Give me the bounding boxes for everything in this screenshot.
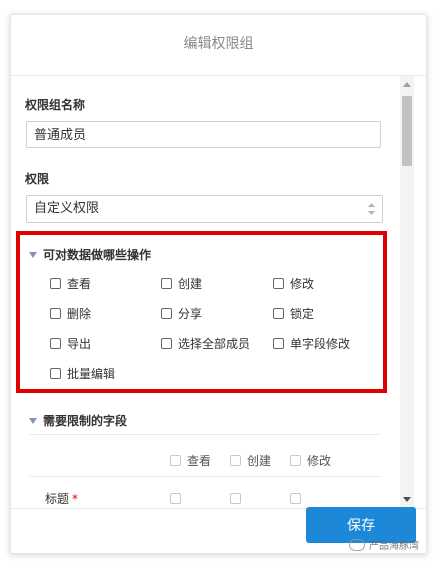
row-create-checkbox[interactable] bbox=[230, 493, 241, 504]
checkbox-label: 选择全部成员 bbox=[178, 337, 251, 351]
checkbox-box[interactable] bbox=[50, 368, 61, 379]
scroll-down-arrow-icon[interactable] bbox=[403, 497, 411, 502]
checkbox-box[interactable] bbox=[50, 338, 61, 349]
row-view-checkbox[interactable] bbox=[170, 493, 181, 504]
column-create-checkbox[interactable]: 创建 bbox=[230, 452, 271, 469]
checkbox-box[interactable] bbox=[273, 278, 284, 289]
checkbox-box[interactable] bbox=[170, 455, 181, 466]
table-header-divider bbox=[29, 476, 381, 477]
scroll-up-arrow-icon[interactable] bbox=[403, 82, 411, 87]
select-arrows-icon bbox=[368, 203, 375, 215]
collapse-triangle-icon bbox=[29, 417, 37, 424]
checkbox-box[interactable] bbox=[50, 308, 61, 319]
checkbox-box[interactable] bbox=[161, 308, 172, 319]
checkbox-create[interactable]: 创建 bbox=[161, 275, 202, 292]
form-scroll-area: 权限组名称 普通成员 权限 自定义权限 可对数据做哪些操作 查看 创建 修改 删… bbox=[11, 76, 400, 508]
group-name-label: 权限组名称 bbox=[25, 98, 86, 112]
scrollbar-thumb[interactable] bbox=[402, 96, 412, 166]
checkbox-select-all-members[interactable]: 选择全部成员 bbox=[161, 335, 250, 352]
required-mark: * bbox=[72, 492, 79, 506]
checkbox-box[interactable] bbox=[290, 455, 301, 466]
permission-select[interactable]: 自定义权限 bbox=[26, 195, 383, 223]
wechat-logo-icon bbox=[349, 538, 365, 551]
table-row: 标题 * bbox=[11, 481, 400, 508]
permission-select-value: 自定义权限 bbox=[34, 201, 100, 216]
checkbox-box[interactable] bbox=[50, 278, 61, 289]
fields-section-title: 需要限制的字段 bbox=[43, 414, 128, 428]
column-label: 修改 bbox=[307, 454, 332, 468]
watermark: 产品海豚湾 bbox=[349, 537, 419, 552]
checkbox-label: 创建 bbox=[178, 277, 203, 291]
checkbox-single-field-edit[interactable]: 单字段修改 bbox=[273, 335, 350, 352]
row-edit-checkbox[interactable] bbox=[290, 493, 301, 504]
checkbox-label: 查看 bbox=[67, 277, 92, 291]
operations-section-header[interactable]: 可对数据做哪些操作 bbox=[29, 246, 151, 263]
checkbox-lock[interactable]: 锁定 bbox=[273, 305, 314, 322]
column-view-checkbox[interactable]: 查看 bbox=[170, 452, 211, 469]
checkbox-label: 批量编辑 bbox=[67, 367, 116, 381]
collapse-triangle-icon bbox=[29, 251, 37, 258]
checkbox-export[interactable]: 导出 bbox=[50, 335, 91, 352]
checkbox-label: 修改 bbox=[290, 277, 315, 291]
checkbox-label: 删除 bbox=[67, 307, 92, 321]
watermark-text: 产品海豚湾 bbox=[369, 541, 419, 552]
operations-section-title: 可对数据做哪些操作 bbox=[43, 248, 152, 262]
checkbox-box[interactable] bbox=[230, 455, 241, 466]
checkbox-label: 分享 bbox=[178, 307, 203, 321]
checkbox-share[interactable]: 分享 bbox=[161, 305, 202, 322]
column-label: 查看 bbox=[187, 454, 212, 468]
permission-label: 权限 bbox=[25, 172, 50, 186]
checkbox-box[interactable] bbox=[273, 308, 284, 319]
field-title-label: 标题 * bbox=[45, 492, 79, 506]
checkbox-label: 导出 bbox=[67, 337, 92, 351]
checkbox-box[interactable] bbox=[161, 338, 172, 349]
checkbox-batch-edit[interactable]: 批量编辑 bbox=[50, 365, 115, 382]
checkbox-label: 单字段修改 bbox=[290, 337, 351, 351]
dialog-title: 编辑权限组 bbox=[183, 36, 254, 52]
fields-section-header[interactable]: 需要限制的字段 bbox=[29, 412, 127, 429]
checkbox-edit[interactable]: 修改 bbox=[273, 275, 314, 292]
checkbox-box[interactable] bbox=[161, 278, 172, 289]
checkbox-delete[interactable]: 删除 bbox=[50, 305, 91, 322]
fields-section-divider bbox=[29, 434, 381, 435]
checkbox-box[interactable] bbox=[273, 338, 284, 349]
column-label: 创建 bbox=[247, 454, 272, 468]
vertical-scrollbar[interactable] bbox=[400, 76, 414, 508]
checkbox-view[interactable]: 查看 bbox=[50, 275, 91, 292]
group-name-input[interactable]: 普通成员 bbox=[26, 121, 381, 148]
column-edit-checkbox[interactable]: 修改 bbox=[290, 452, 331, 469]
edit-permission-dialog: 编辑权限组 权限组名称 普通成员 权限 自定义权限 可对数据做哪些操作 查看 创… bbox=[10, 14, 427, 554]
checkbox-label: 锁定 bbox=[290, 307, 315, 321]
